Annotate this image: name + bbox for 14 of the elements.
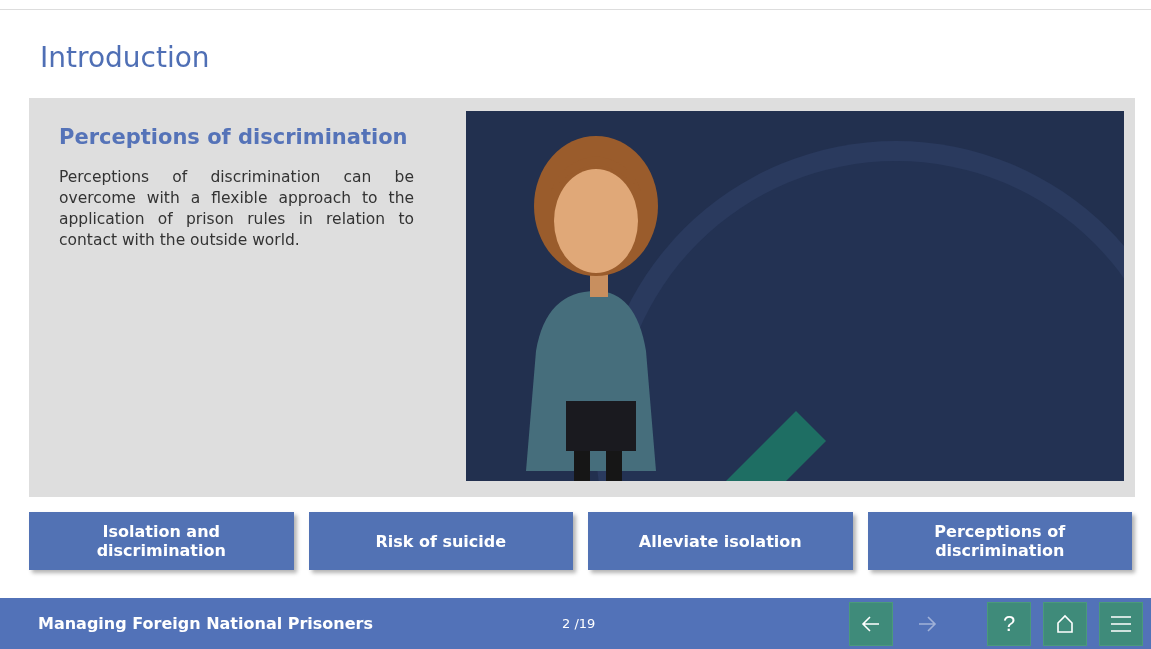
topic-button[interactable]: Alleviate isolation (588, 512, 853, 570)
back-button[interactable] (849, 601, 893, 646)
home-button[interactable] (1043, 601, 1087, 646)
page-counter: 2 /19 (562, 616, 597, 631)
topic-button[interactable]: Perceptions of discrimination (867, 512, 1132, 570)
help-button[interactable]: ? (987, 601, 1031, 646)
section-heading: Perceptions of discrimination (59, 125, 409, 149)
course-title: Managing Foreign National Prisoners (38, 614, 374, 633)
body-text: Perceptions of discrimination can be overcome with a flexible approach to the application of prison rules in relation to contact with the outside world. (59, 167, 414, 251)
home-icon (1054, 612, 1076, 635)
menu-button[interactable] (1099, 601, 1143, 646)
page-title: Introduction (39, 40, 211, 65)
topic-button[interactable]: Isolation and discrimination (29, 512, 294, 570)
topic-button[interactable]: Risk of suicide (308, 512, 573, 570)
